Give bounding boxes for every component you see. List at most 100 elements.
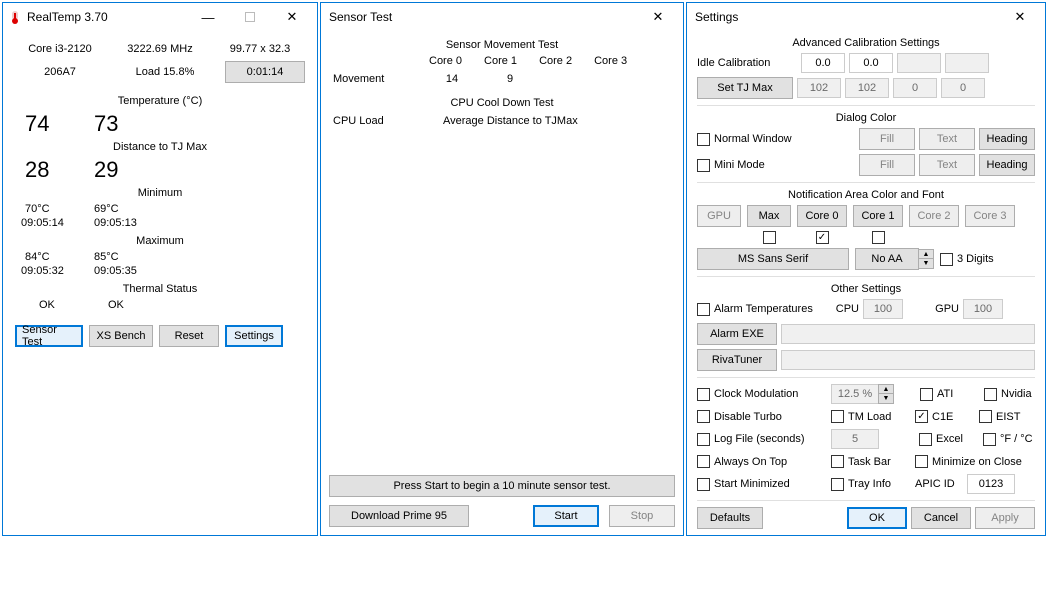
max-time1: 09:05:35 (94, 265, 137, 277)
apply-button[interactable]: Apply (975, 507, 1035, 529)
timer-button[interactable]: 0:01:14 (225, 61, 305, 83)
normal-window-check[interactable]: Normal Window (697, 133, 792, 146)
alarm-temps-check[interactable]: Alarm Temperatures (697, 303, 827, 316)
apic-id-input[interactable] (967, 474, 1015, 494)
alarm-exe-button[interactable]: Alarm EXE (697, 323, 777, 345)
antialias-select[interactable]: No AA ▲▼ (855, 248, 934, 270)
notif-gpu-button[interactable]: GPU (697, 205, 741, 227)
close-button[interactable]: ✕ (999, 5, 1041, 30)
sensor-test-window: Sensor Test ✕ Sensor Movement Test Core … (320, 2, 684, 536)
fahrenheit-check[interactable]: °F / °C (983, 433, 1033, 446)
nvidia-check[interactable]: Nvidia (984, 388, 1032, 401)
movement-core1: 9 (483, 73, 537, 85)
start-button[interactable]: Start (533, 505, 599, 527)
rivatuner-input[interactable] (781, 350, 1035, 370)
logfile-check[interactable]: Log File (seconds) (697, 433, 827, 446)
tjmax-header: Distance to TJ Max (15, 141, 305, 153)
ati-check[interactable]: ATI (920, 388, 980, 401)
min-time1: 09:05:13 (94, 217, 137, 229)
mini-mode-check[interactable]: Mini Mode (697, 159, 765, 172)
sensor-test-button[interactable]: Sensor Test (15, 325, 83, 347)
tray-info-check[interactable]: Tray Info (831, 478, 911, 491)
minimize-button[interactable]: — (187, 5, 229, 30)
taskbar-check[interactable]: Task Bar (831, 455, 911, 468)
eist-check[interactable]: EIST (979, 410, 1020, 423)
notif-core1-check[interactable] (853, 231, 903, 244)
ok-button[interactable]: OK (847, 507, 907, 529)
minimize-on-close-check[interactable]: Minimize on Close (915, 455, 1022, 468)
excel-check[interactable]: Excel (919, 433, 979, 446)
notif-max-check[interactable] (747, 231, 791, 244)
close-button[interactable]: ✕ (637, 5, 679, 30)
alarm-gpu-label: GPU (931, 303, 959, 315)
avgdist-label: Average Distance to TJMax (443, 115, 578, 127)
idle-cal-core3-input (945, 53, 989, 73)
idle-cal-core1-input[interactable] (849, 53, 893, 73)
alarm-cpu-input[interactable] (863, 299, 903, 319)
cpu-multiplier: 99.77 x 32.3 (215, 43, 305, 55)
mini-fill-button[interactable]: Fill (859, 154, 915, 176)
3digits-check[interactable]: 3 Digits (940, 253, 994, 266)
min-core1: 69°C (94, 203, 119, 215)
mini-text-button[interactable]: Text (919, 154, 975, 176)
tjmax-core1: 29 (94, 157, 169, 183)
notif-max-button[interactable]: Max (747, 205, 791, 227)
logfile-seconds-input[interactable] (831, 429, 879, 449)
spinner-down-icon[interactable]: ▼ (879, 394, 893, 403)
core1-label: Core 1 (484, 55, 517, 67)
tjmax-core0: 28 (15, 157, 90, 183)
rivatuner-button[interactable]: RivaTuner (697, 349, 777, 371)
close-button[interactable]: ✕ (271, 5, 313, 30)
notif-core1-button[interactable]: Core 1 (853, 205, 903, 227)
maximize-button[interactable] (229, 5, 271, 30)
clock-modulation-spinner[interactable]: ▲▼ (831, 384, 894, 404)
tjmax-core1-input[interactable] (845, 78, 889, 98)
tjmax-core3-input (941, 78, 985, 98)
mini-heading-button[interactable]: Heading (979, 154, 1035, 176)
defaults-button[interactable]: Defaults (697, 507, 763, 529)
movement-core0: 14 (425, 73, 479, 85)
app-icon (7, 9, 23, 25)
settings-button[interactable]: Settings (225, 325, 283, 347)
clock-modulation-check[interactable]: Clock Modulation (697, 388, 827, 401)
reset-button[interactable]: Reset (159, 325, 219, 347)
spinner-down-icon[interactable]: ▼ (919, 259, 933, 268)
start-minimized-check[interactable]: Start Minimized (697, 478, 827, 491)
tm-load-check[interactable]: TM Load (831, 410, 911, 423)
notif-core3-button[interactable]: Core 3 (965, 205, 1015, 227)
notif-core2-button[interactable]: Core 2 (909, 205, 959, 227)
set-tjmax-button[interactable]: Set TJ Max (697, 77, 793, 99)
notif-core0-button[interactable]: Core 0 (797, 205, 847, 227)
max-time0: 09:05:32 (15, 265, 90, 277)
normal-text-button[interactable]: Text (919, 128, 975, 150)
alarm-cpu-label: CPU (831, 303, 859, 315)
titlebar: Sensor Test ✕ (321, 3, 683, 31)
cpu-name: Core i3-2120 (15, 43, 105, 55)
window-title: Settings (691, 10, 999, 24)
cancel-button[interactable]: Cancel (911, 507, 971, 529)
tjmax-core2-input (893, 78, 937, 98)
always-on-top-check[interactable]: Always On Top (697, 455, 827, 468)
notif-core0-check[interactable]: ✓ (797, 231, 847, 244)
other-settings-header: Other Settings (697, 283, 1035, 295)
max-core0: 84°C (15, 251, 90, 263)
spinner-up-icon[interactable]: ▲ (879, 385, 893, 394)
normal-fill-button[interactable]: Fill (859, 128, 915, 150)
idle-cal-core0-input[interactable] (801, 53, 845, 73)
instruction-bar: Press Start to begin a 10 minute sensor … (329, 475, 675, 497)
font-button[interactable]: MS Sans Serif (697, 248, 849, 270)
normal-heading-button[interactable]: Heading (979, 128, 1035, 150)
alarm-exe-input[interactable] (781, 324, 1035, 344)
window-title: RealTemp 3.70 (23, 10, 187, 24)
min-core0: 70°C (15, 203, 90, 215)
advanced-calibration-header: Advanced Calibration Settings (697, 37, 1035, 49)
download-prime95-button[interactable]: Download Prime 95 (329, 505, 469, 527)
alarm-gpu-input[interactable] (963, 299, 1003, 319)
tjmax-core0-input[interactable] (797, 78, 841, 98)
spinner-up-icon[interactable]: ▲ (919, 250, 933, 259)
c1e-check[interactable]: ✓C1E (915, 410, 975, 423)
xs-bench-button[interactable]: XS Bench (89, 325, 153, 347)
disable-turbo-check[interactable]: Disable Turbo (697, 410, 827, 423)
stop-button[interactable]: Stop (609, 505, 675, 527)
cpuload-label: CPU Load (329, 115, 439, 127)
